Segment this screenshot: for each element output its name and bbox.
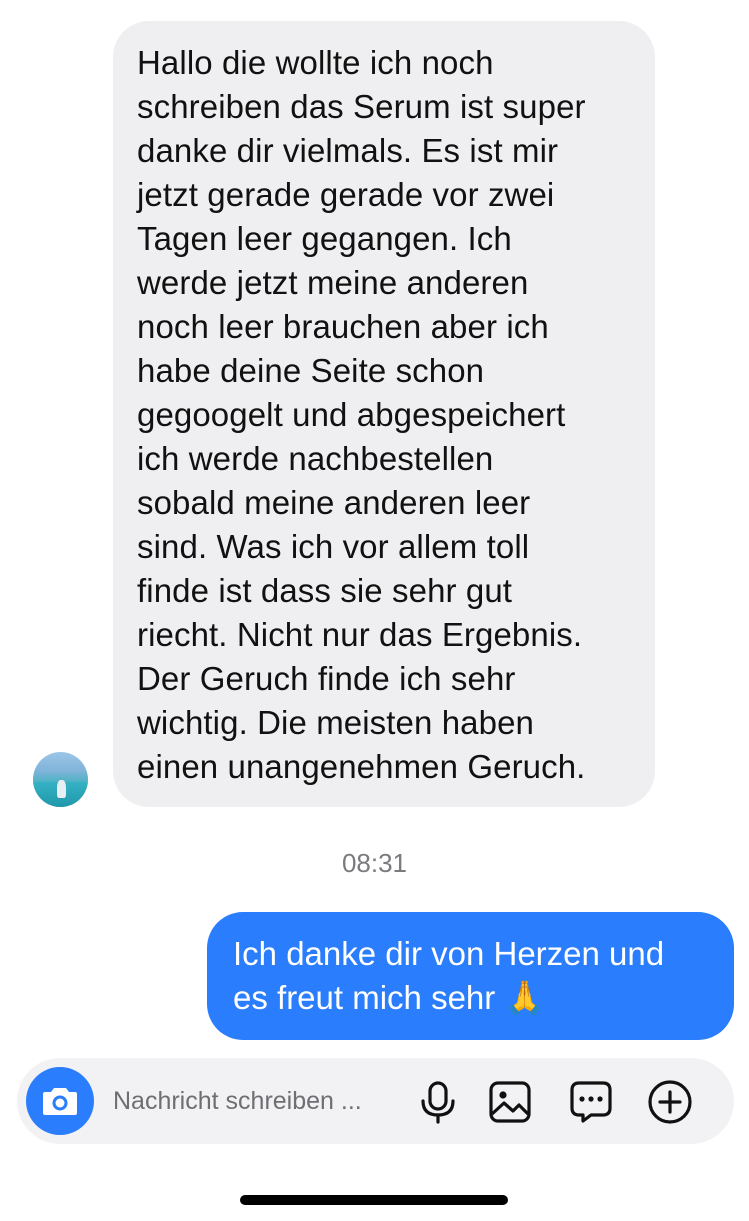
camera-button[interactable] bbox=[26, 1067, 94, 1135]
home-indicator[interactable] bbox=[240, 1195, 508, 1205]
sticker-button[interactable] bbox=[567, 1078, 615, 1126]
sticker-chat-icon bbox=[570, 1081, 612, 1123]
sender-avatar[interactable] bbox=[33, 752, 88, 807]
microphone-button[interactable] bbox=[414, 1078, 462, 1126]
more-options-button[interactable] bbox=[646, 1078, 694, 1126]
message-composer bbox=[17, 1058, 734, 1144]
outgoing-message-text: Ich danke dir von Herzen und es freut mi… bbox=[233, 935, 665, 1016]
gallery-button[interactable] bbox=[486, 1078, 534, 1126]
avatar-figure bbox=[57, 780, 66, 798]
incoming-message-bubble[interactable]: Hallo die wollte ich noch schreiben das … bbox=[113, 21, 655, 807]
image-icon bbox=[489, 1081, 531, 1123]
camera-icon bbox=[43, 1088, 77, 1115]
plus-circle-icon bbox=[648, 1080, 692, 1124]
outgoing-message-bubble[interactable]: Ich danke dir von Herzen und es freut mi… bbox=[207, 912, 734, 1040]
message-timestamp: 08:31 bbox=[341, 848, 408, 878]
incoming-message-text: Hallo die wollte ich noch schreiben das … bbox=[137, 44, 586, 785]
microphone-icon bbox=[421, 1081, 455, 1124]
message-input[interactable] bbox=[113, 1083, 393, 1119]
